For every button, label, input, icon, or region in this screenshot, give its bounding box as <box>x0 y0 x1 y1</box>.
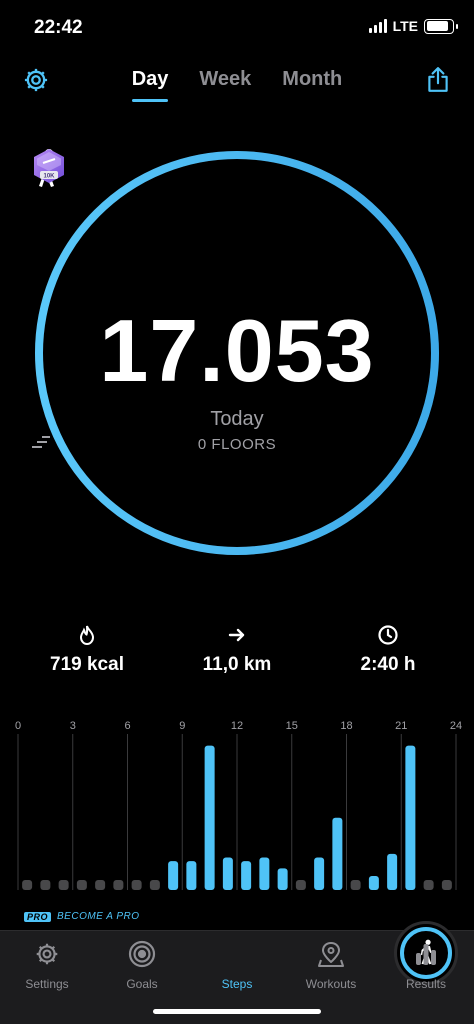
tab-week[interactable]: Week <box>199 68 251 91</box>
chart-bar <box>405 745 416 890</box>
gear-icon <box>36 943 58 965</box>
tabbar-steps[interactable]: Steps <box>190 921 458 991</box>
chart-bar-empty <box>441 880 452 890</box>
become-pro-link[interactable]: PRO BECOME A PRO <box>24 911 140 922</box>
stat-distance: 11,0 km <box>162 624 312 676</box>
target-icon <box>128 940 156 968</box>
status-indicators: LTE <box>368 18 458 34</box>
top-nav: Day Week Month <box>0 56 474 106</box>
signal-icon <box>368 19 387 33</box>
calories-value: 719 kcal <box>50 654 124 675</box>
chart-x-tick: 3 <box>70 720 76 732</box>
chart-bar <box>387 853 398 890</box>
tabbar-goals[interactable]: Goals <box>95 939 189 991</box>
stairs-icon <box>32 436 50 448</box>
tabbar-settings-label: Settings <box>25 977 69 991</box>
chart-bar-empty <box>58 880 69 890</box>
chart-bar-empty <box>295 880 306 890</box>
chart-bar <box>241 861 252 890</box>
chart-bar-empty <box>423 880 434 890</box>
hourly-steps-chart[interactable]: 0 3 6 9 12 15 18 21 24 <box>0 712 474 912</box>
chart-bar <box>314 857 325 890</box>
chart-bar-empty <box>22 880 33 890</box>
chart-x-tick: 12 <box>231 720 243 732</box>
chart-x-tick: 6 <box>124 720 130 732</box>
steps-count: 17.053 <box>99 301 375 400</box>
chart-bar <box>277 868 288 890</box>
tabbar-results-label: Results <box>405 977 446 991</box>
chart-bar-empty <box>76 880 87 890</box>
stat-duration: 2:40 h <box>313 624 463 676</box>
chart-bar-empty <box>40 880 51 890</box>
chart-bar <box>368 876 379 890</box>
chart-x-tick: 15 <box>286 720 298 732</box>
battery-icon <box>424 18 458 34</box>
steps-progress-ring[interactable]: 17.053 Today 0 FLOORS 10K <box>32 148 442 558</box>
chart-x-tick: 24 <box>450 720 462 732</box>
chart-bar-empty <box>95 880 106 890</box>
chart-bar <box>332 817 343 890</box>
chart-bar-empty <box>131 880 142 890</box>
tab-day[interactable]: Day <box>131 68 168 102</box>
chart-bar-empty <box>113 880 124 890</box>
share-icon <box>428 67 448 92</box>
status-time: 22:42 <box>34 17 83 38</box>
arrow-right-icon <box>228 628 245 642</box>
chart-bar-empty <box>350 880 361 890</box>
chart-bar <box>222 857 233 890</box>
tabbar-settings[interactable]: Settings <box>0 939 94 991</box>
home-indicator <box>153 1009 321 1014</box>
stat-calories: 719 kcal <box>12 624 162 676</box>
chart-bar <box>168 861 179 890</box>
tabbar-workouts[interactable]: Workouts <box>284 939 378 991</box>
share-button[interactable] <box>418 60 458 100</box>
tabbar-results[interactable]: Results <box>379 939 473 991</box>
floors-value: 0 FLOORS <box>197 436 277 453</box>
flame-icon <box>79 625 95 645</box>
chart-x-tick: 9 <box>179 720 185 732</box>
duration-value: 2:40 h <box>360 654 416 675</box>
bar-chart-icon <box>416 944 436 965</box>
achievement-badge-icon[interactable]: 10K <box>32 148 66 184</box>
period-tabs: Day Week Month <box>0 68 474 102</box>
status-bar: 22:42 LTE <box>0 0 474 56</box>
pro-tag: PRO <box>24 911 52 922</box>
tab-month[interactable]: Month <box>282 68 342 91</box>
floors-label: 0 FLOORS <box>32 436 442 453</box>
chart-bar <box>186 861 197 890</box>
tabbar-workouts-label: Workouts <box>305 977 357 991</box>
tabbar-steps-label: Steps <box>221 977 253 991</box>
chart-x-tick: 0 <box>15 720 21 732</box>
map-pin-icon <box>318 942 344 967</box>
chart-x-tick: 18 <box>340 720 352 732</box>
chart-x-tick: 21 <box>395 720 407 732</box>
chart-bar <box>204 745 215 890</box>
promo-text: BECOME A PRO <box>57 911 140 922</box>
stats-row: 719 kcal 11,0 km 2:40 h <box>0 624 474 684</box>
badge-label: 10K <box>43 174 55 180</box>
distance-value: 11,0 km <box>202 654 272 675</box>
network-label: LTE <box>392 18 418 34</box>
tabbar-goals-label: Goals <box>126 977 158 991</box>
bottom-tab-bar: Settings Goals Steps Workouts Results <box>0 921 474 1024</box>
chart-canvas: 0 3 6 9 12 15 18 21 24 <box>15 720 462 890</box>
day-label: Today <box>210 408 264 430</box>
chart-bar-empty <box>149 880 160 890</box>
clock-icon <box>378 625 398 645</box>
chart-bar <box>259 857 270 890</box>
